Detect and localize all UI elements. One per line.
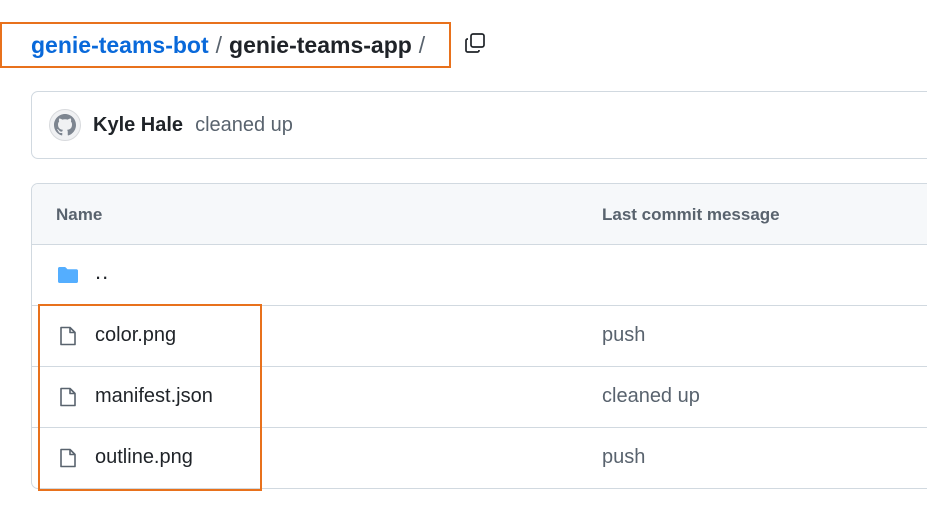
parent-directory-link[interactable]: .. <box>95 259 109 285</box>
breadcrumb-trailing-separator: / <box>418 31 426 58</box>
commit-author[interactable]: Kyle Hale <box>93 114 183 137</box>
file-table: Name Last commit message .. color.png pu… <box>31 183 927 489</box>
parent-directory-row[interactable]: .. <box>32 245 927 306</box>
file-name-link[interactable]: manifest.json <box>95 385 213 408</box>
file-row[interactable]: color.png push <box>32 306 927 367</box>
breadcrumb: genie-teams-bot / genie-teams-app / <box>0 22 451 68</box>
file-commit-message[interactable]: cleaned up <box>602 385 700 408</box>
github-octocat-icon <box>54 114 76 136</box>
file-row[interactable]: manifest.json cleaned up <box>32 367 927 428</box>
copy-icon <box>465 33 485 53</box>
breadcrumb-current-folder: genie-teams-app <box>229 31 412 58</box>
file-icon <box>60 387 76 407</box>
table-header: Name Last commit message <box>32 184 927 245</box>
folder-icon <box>58 267 78 283</box>
file-name-link[interactable]: outline.png <box>95 446 193 469</box>
breadcrumb-repo-link[interactable]: genie-teams-bot <box>31 32 209 59</box>
file-icon <box>60 326 76 346</box>
file-icon <box>60 448 76 468</box>
page: genie-teams-bot / genie-teams-app / Kyle… <box>0 0 927 527</box>
breadcrumb-separator: / <box>215 31 223 58</box>
file-commit-message[interactable]: push <box>602 324 645 347</box>
file-row[interactable]: outline.png push <box>32 428 927 488</box>
copy-path-button[interactable] <box>462 30 488 56</box>
file-name-link[interactable]: color.png <box>95 324 176 347</box>
column-header-name: Name <box>56 205 103 224</box>
latest-commit-bar: Kyle Hale cleaned up <box>31 91 927 159</box>
column-header-last-commit: Last commit message <box>602 205 780 224</box>
commit-message[interactable]: cleaned up <box>195 114 293 137</box>
file-commit-message[interactable]: push <box>602 446 645 469</box>
avatar[interactable] <box>49 109 81 141</box>
